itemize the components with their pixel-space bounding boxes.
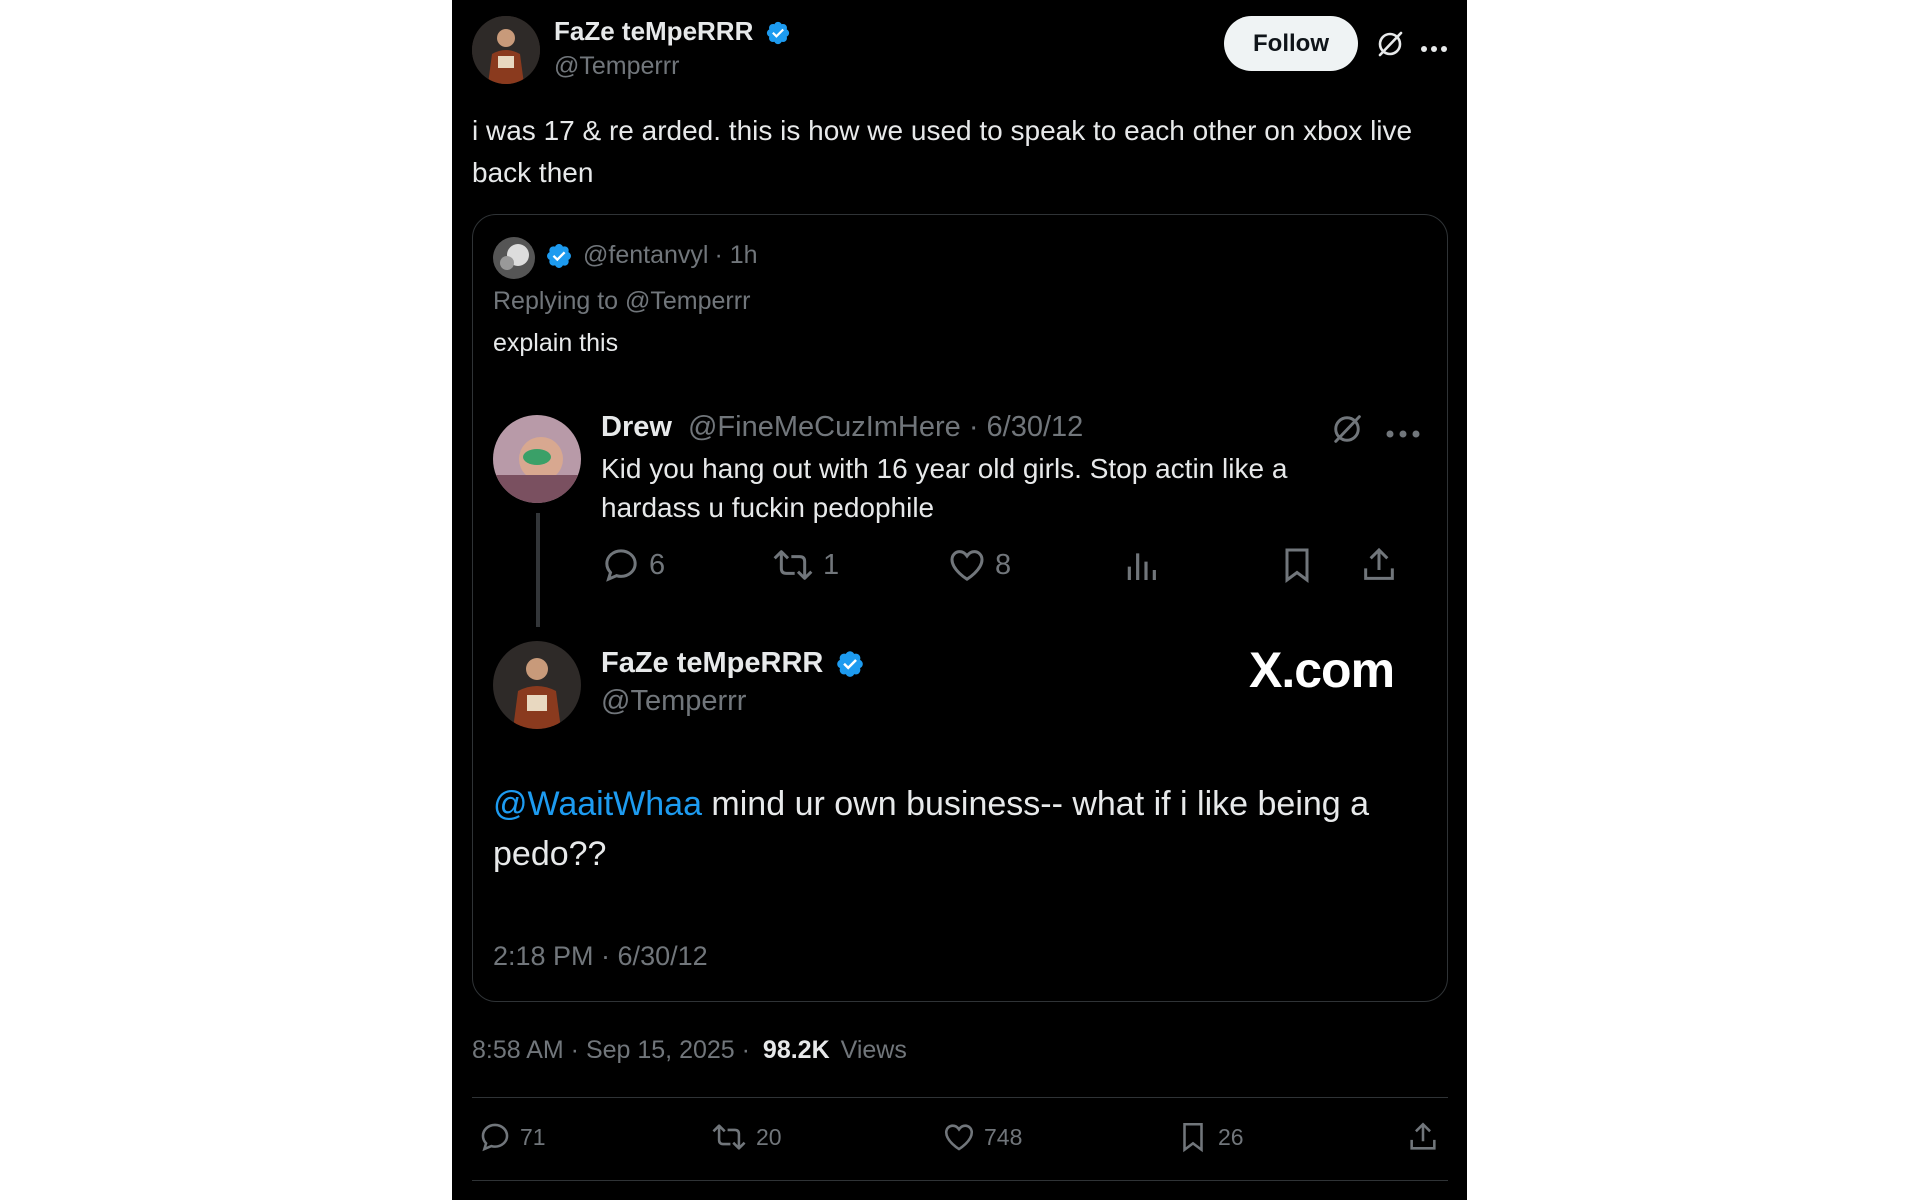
retweet-icon <box>773 550 813 580</box>
drew-avatar <box>493 415 581 503</box>
retweet-icon <box>712 1124 746 1150</box>
quoted-time: · 1h <box>714 241 758 269</box>
drew-like-count: 8 <box>995 548 1012 581</box>
quoted-handle[interactable]: @fentanvyl <box>583 241 708 270</box>
replying-to: Replying to @Temperrr <box>493 287 751 315</box>
retweet-button[interactable]: 20 <box>710 1120 782 1154</box>
like-icon <box>950 550 984 581</box>
quoted-text: explain this <box>493 329 619 357</box>
reply-count: 71 <box>520 1123 546 1150</box>
views-label: Views <box>840 1036 907 1064</box>
faze-timestamp: 2:18 PM · 6/30/12 <box>493 941 708 971</box>
faze-name: FaZe teMpeRRR <box>601 647 824 679</box>
drew-reply-action: 6 <box>601 545 665 585</box>
grok-icon <box>1329 411 1365 452</box>
drew-name: Drew <box>601 411 672 443</box>
quoted-tweet-card[interactable]: @fentanvyl · 1h Replying to @Temperrr ex… <box>472 214 1448 1002</box>
faze-avatar <box>493 641 581 729</box>
tweet-timestamp[interactable]: 8:58 AM · Sep 15, 2025 · <box>472 1036 750 1064</box>
more-icon[interactable] <box>1420 40 1448 58</box>
bookmark-icon <box>1183 1122 1203 1153</box>
drew-retweet-count: 1 <box>823 548 840 581</box>
drew-text: Kid you hang out with 16 year old girls.… <box>601 453 1288 523</box>
like-count: 748 <box>984 1123 1023 1150</box>
bookmark-button[interactable]: 26 <box>1176 1120 1244 1154</box>
quoted-avatar[interactable] <box>493 237 535 279</box>
divider <box>472 1097 1448 1098</box>
grok-icon[interactable] <box>1374 28 1406 65</box>
tweet-text: i was 17 & re arded. this is how we used… <box>472 115 1413 188</box>
more-icon <box>1385 425 1421 443</box>
divider <box>472 1180 1448 1181</box>
drew-like-action: 8 <box>947 545 1011 585</box>
verified-badge-icon <box>547 243 571 268</box>
author-handle[interactable]: @Temperrr <box>554 52 679 81</box>
faze-handle: @Temperrr <box>601 685 747 717</box>
retweet-count: 20 <box>756 1123 782 1150</box>
verified-badge-icon <box>766 22 789 45</box>
reply-icon <box>481 1123 509 1152</box>
x-watermark: X.com <box>1249 642 1395 698</box>
drew-reply-count: 6 <box>649 548 666 581</box>
drew-handle-date: @FineMeCuzImHere · 6/30/12 <box>687 411 1084 443</box>
author-name[interactable]: FaZe teMpeRRR <box>554 16 753 46</box>
thread-line <box>536 513 540 627</box>
author-avatar[interactable] <box>472 16 540 84</box>
share-icon <box>1359 545 1399 590</box>
mention-link: @WaaitWhaa <box>493 785 702 823</box>
follow-button[interactable]: Follow <box>1224 16 1358 71</box>
reply-button[interactable]: 71 <box>478 1120 546 1154</box>
bookmark-icon <box>1277 545 1317 590</box>
faze-text: @WaaitWhaa mind ur own business-- what i… <box>493 779 1433 879</box>
views-count: 98.2K <box>762 1036 830 1064</box>
like-icon <box>944 1124 974 1151</box>
bookmark-count: 26 <box>1218 1123 1244 1150</box>
analytics-icon <box>1121 545 1161 590</box>
verified-badge-icon <box>837 651 864 678</box>
drew-retweet-action: 1 <box>771 545 839 585</box>
reply-icon <box>605 549 637 582</box>
tweet-container: FaZe teMpeRRR @Temperrr Follow i was 17 … <box>452 0 1467 1200</box>
like-button[interactable]: 748 <box>942 1120 1022 1154</box>
share-icon[interactable] <box>1406 1120 1440 1159</box>
